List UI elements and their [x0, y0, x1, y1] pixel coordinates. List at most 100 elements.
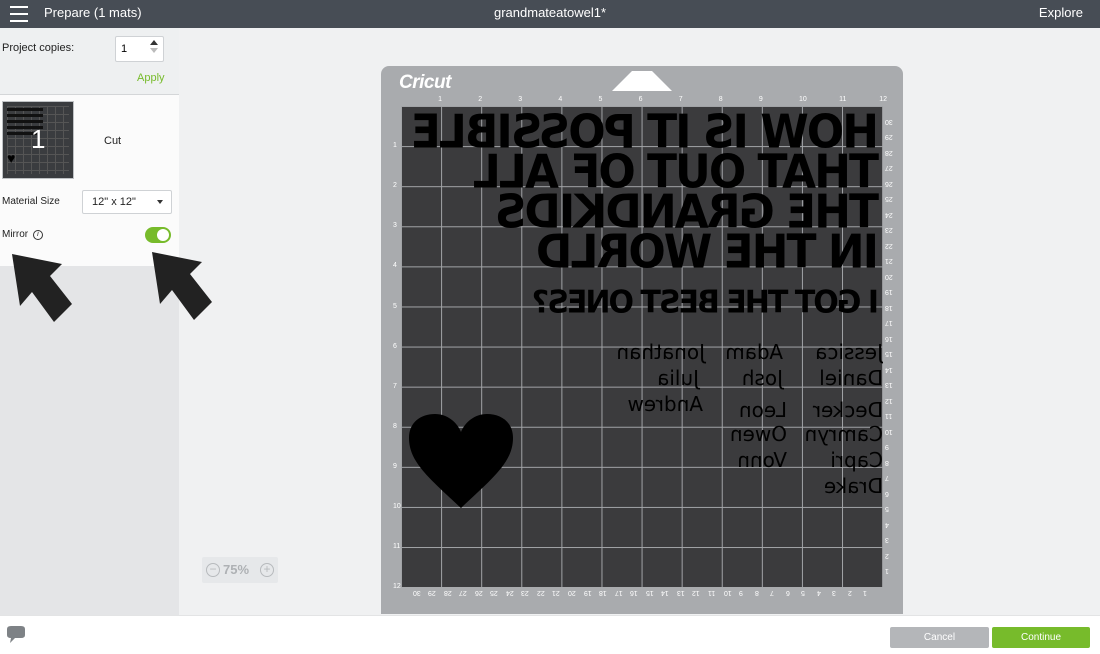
heart-icon: ♥	[7, 150, 16, 166]
zoom-in-icon[interactable]: +	[260, 563, 274, 577]
ruler-tick-label: 17	[885, 319, 893, 327]
ruler-tick-label: 6	[885, 489, 889, 497]
ruler-tick-label: 25	[490, 589, 499, 596]
ruler-tick-label: 8	[393, 422, 397, 430]
ruler-tick-label: 11	[839, 96, 847, 103]
ruler-tick-label: 5	[885, 505, 889, 513]
project-copies-input[interactable]	[119, 40, 147, 58]
ruler-tick-label: 7	[678, 96, 683, 103]
ruler-tick-label: 8	[885, 458, 889, 466]
ruler-tick-label: 14	[885, 365, 893, 373]
material-size-select[interactable]: 12" x 12"	[82, 190, 172, 214]
chevron-down-icon[interactable]	[150, 48, 158, 53]
mat-thumbnail[interactable]: ♥ 1	[2, 101, 74, 179]
info-icon[interactable]: i	[32, 230, 43, 240]
ruler-tick-label: 18	[885, 303, 893, 311]
continue-button[interactable]: Continue	[992, 627, 1090, 648]
menu-icon[interactable]	[10, 6, 28, 22]
document-name: grandmateatowel1*	[493, 5, 607, 20]
ruler-tick-label: 27	[459, 589, 467, 596]
arrow-pointer-icon	[152, 252, 212, 320]
ruler-tick-label: 12	[879, 96, 887, 103]
ruler-tick-label: 12	[885, 396, 893, 404]
zoom-level: 75%	[223, 562, 250, 577]
ruler-tick-label: 3	[393, 222, 397, 230]
ruler-tick-label: 8	[754, 589, 759, 596]
chat-icon[interactable]	[5, 626, 27, 644]
ruler-tick-label: 24	[885, 210, 893, 218]
ruler-tick-label: 11	[393, 543, 401, 551]
explore-link[interactable]: Explore	[1039, 5, 1083, 20]
project-copies-stepper[interactable]	[115, 36, 164, 62]
ruler-tick-label: 10	[799, 96, 807, 103]
thumb-text-line	[7, 114, 43, 117]
ruler-tick-label: 3	[518, 96, 523, 103]
mat-cut-area[interactable]	[401, 106, 883, 587]
ruler-tick-label: 10	[723, 589, 732, 596]
apply-button[interactable]: Apply	[137, 72, 165, 84]
mat-tab-icon	[612, 71, 672, 91]
ruler-tick-label: 15	[645, 589, 654, 596]
ruler-tick-label: 24	[505, 589, 514, 596]
ruler-tick-label: 2	[393, 182, 397, 190]
ruler-tick-label: 7	[770, 589, 775, 596]
ruler-tick-label: 2	[478, 96, 483, 103]
mirror-label: Mirror i	[2, 229, 43, 240]
ruler-tick-label: 2	[885, 551, 889, 559]
ruler-tick-label: 1	[885, 567, 889, 575]
zoom-out-icon[interactable]: −	[206, 563, 220, 577]
ruler-tick-label: 16	[630, 589, 639, 596]
material-size-value: 12" x 12"	[92, 196, 136, 208]
ruler-tick-label: 30	[885, 117, 893, 125]
ruler-tick-label: 19	[583, 589, 592, 596]
chevron-up-icon[interactable]	[150, 40, 158, 45]
ruler-tick-label: 10	[393, 503, 401, 510]
ruler-tick-label: 23	[521, 589, 530, 596]
caret-down-icon	[157, 200, 163, 204]
ruler-tick-label: 1	[393, 142, 397, 150]
ruler-tick-label: 29	[885, 133, 893, 141]
ruler-tick-label: 11	[707, 589, 716, 596]
ruler-tick-label: 19	[885, 288, 893, 296]
ruler-tick-label: 16	[885, 334, 893, 342]
ruler-tick-label: 10	[885, 427, 893, 435]
mat-panel: ♥ 1 Cut Material Size 12" x 12" Mirror i	[0, 95, 179, 266]
material-size-label: Material Size	[2, 196, 60, 207]
mirror-toggle[interactable]	[145, 227, 171, 243]
ruler-tick-label: 21	[885, 257, 893, 265]
ruler-tick-label: 22	[536, 589, 545, 596]
mat-number: 1	[31, 124, 46, 154]
ruler-tick-label: 17	[614, 589, 623, 596]
cricut-logo: Cricut	[399, 72, 451, 93]
mirror-label-text: Mirror	[2, 229, 29, 240]
ruler-tick-label: 1	[438, 96, 442, 103]
thumb-text-line	[7, 120, 43, 123]
ruler-tick-label: 11	[885, 412, 893, 420]
ruler-tick-label: 1	[863, 589, 868, 596]
ruler-tick-label: 29	[428, 589, 436, 596]
ruler-tick-label: 9	[885, 443, 889, 451]
top-bar: Prepare (1 mats) grandmateatowel1* Explo…	[0, 0, 1100, 28]
ruler-tick-label: 9	[758, 96, 763, 103]
ruler-tick-label: 5	[393, 302, 397, 310]
ruler-tick-label: 28	[885, 148, 893, 156]
ruler-tick-label: 4	[393, 262, 397, 270]
ruler-tick-label: 12	[393, 583, 401, 591]
ruler-tick-label: 8	[718, 96, 723, 103]
prepare-title: Prepare (1 mats)	[44, 5, 142, 20]
sidebar: Project copies: Apply ♥ 1 Cut Material S…	[0, 28, 212, 615]
ruler-tick-label: 2	[847, 589, 852, 596]
stepper-arrows[interactable]	[149, 39, 159, 57]
cancel-button[interactable]: Cancel	[890, 627, 989, 648]
project-copies-panel: Project copies: Apply	[0, 28, 179, 95]
zoom-control: − 75% +	[202, 557, 278, 583]
ruler-tick-label: 7	[393, 382, 397, 390]
ruler-tick-label: 14	[661, 589, 670, 596]
ruler-tick-label: 25	[885, 195, 893, 203]
ruler-tick-label: 3	[885, 536, 889, 544]
mat-mode-label: Cut	[104, 135, 122, 147]
footer-bar: Cancel Continue	[0, 615, 1100, 654]
ruler-tick-label: 6	[638, 96, 643, 103]
ruler-tick-label: 13	[885, 381, 893, 389]
ruler-tick-label: 18	[599, 589, 607, 596]
